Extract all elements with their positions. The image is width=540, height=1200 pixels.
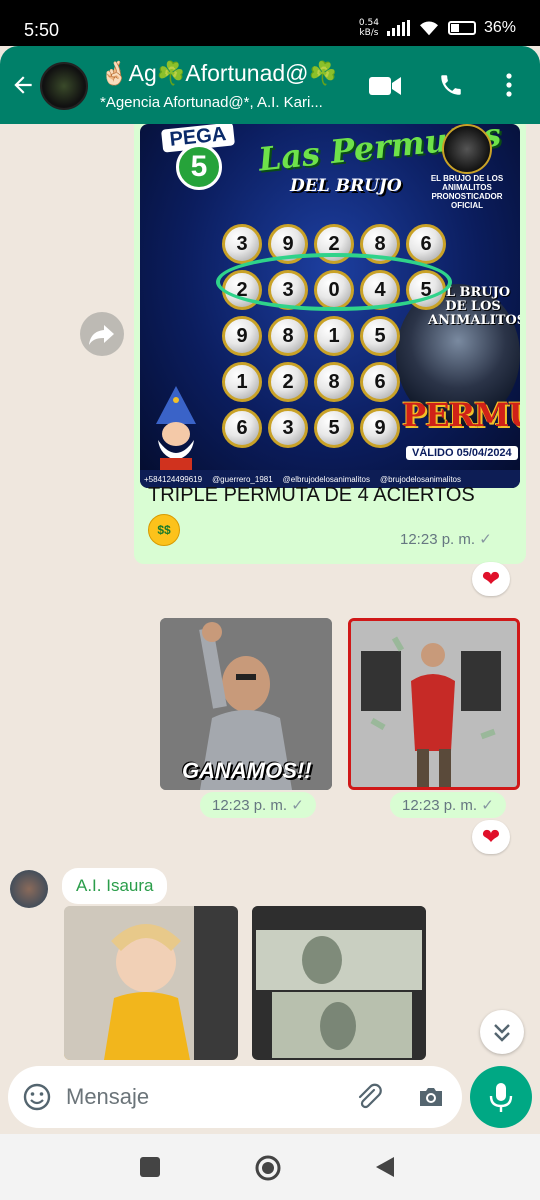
number-ball: 6 [360,362,400,402]
number-ball: 8 [314,362,354,402]
group-avatar[interactable] [40,62,88,110]
brujo-emblem [442,124,492,174]
wifi-icon [419,21,438,36]
sender-name[interactable]: A.I. Isaura [62,868,168,904]
gif-money-rain[interactable] [348,618,520,790]
number-ball: 6 [406,224,446,264]
sent-tick-icon: ✓ [291,797,304,814]
status-time: 5:50 [24,20,60,40]
nav-back-icon[interactable] [374,1155,396,1179]
wizard-image [156,386,196,474]
gif-happy-baby[interactable] [64,906,238,1060]
valid-date: VÁLIDO 05/04/2024 [406,446,518,460]
nav-home-icon[interactable] [254,1154,282,1182]
brujo-logo: EL BRUJO DE LOS ANIMALITOS PRONOSTICADOR… [430,124,504,210]
number-ball: 3 [222,224,262,264]
message-time: 12:23 p. m. ✓ [400,531,492,548]
gif-ganamos[interactable]: GANAMOS!! [160,618,332,790]
footer-whatsapp: +584124499619 [144,474,203,484]
number-ball: 9 [360,408,400,448]
scroll-to-bottom-button[interactable] [480,1010,524,1054]
status-icons: 0.54 kB/s 36% [359,18,516,38]
promo-subheadline: DEL BRUJO [290,176,402,196]
number-ball: 3 [268,408,308,448]
chevrons-down-icon [494,1024,510,1042]
gif1-time: 12:23 p. m. ✓ [200,792,316,818]
nav-recents-icon[interactable] [139,1156,161,1178]
pega5-logo: PEGA 5 [160,124,236,190]
gif-dollars[interactable] [252,906,426,1060]
battery-percent: 36% [483,19,516,36]
number-ball: 5 [314,408,354,448]
number-ball: 5 [360,316,400,356]
highlight-ring [216,253,452,311]
heart-reaction[interactable]: ❤ [472,562,510,596]
battery-icon [447,21,476,35]
promo-image[interactable]: PEGA 5 Las Permutas DEL BRUJO EL BRUJO D… [140,124,520,488]
gif-overlay-text: GANAMOS!! [182,758,312,783]
more-vert-icon[interactable] [500,72,518,98]
net-speed: 0.54 kB/s [358,18,379,38]
number-ball: 9 [222,316,262,356]
number-ball: 1 [314,316,354,356]
chat-subtitle[interactable]: *Agencia Afortunad@*, A.I. Kari... [100,94,350,111]
message-composer [8,1066,462,1128]
chat-area[interactable]: PEGA 5 Las Permutas DEL BRUJO EL BRUJO D… [0,124,540,1134]
signal-icon [386,20,410,36]
money-mouth-face-emoji: $$ [148,514,180,546]
footer-x: @guerrero_1981 [212,474,273,484]
voice-message-button[interactable] [470,1066,532,1128]
video-call-icon[interactable] [368,74,402,98]
forward-icon [89,325,114,345]
attach-icon[interactable] [354,1082,384,1112]
dollar-bills-image [252,906,426,1060]
sent-tick-icon: ✓ [481,797,494,814]
permuta-word: PERMUTA [402,396,520,434]
number-ball: 8 [268,316,308,356]
money-rain-image [351,621,517,787]
chat-title[interactable]: 🤞🏻Ag☘️Afortunad@☘️ [100,60,345,87]
heart-reaction[interactable]: ❤ [472,820,510,854]
number-ball: 1 [222,362,262,402]
mic-icon [489,1083,513,1112]
footer-tiktok: @brujodelosanimalitos [379,474,462,484]
forward-button[interactable] [80,312,124,356]
number-ball: 2 [268,362,308,402]
sent-tick-icon: ✓ [479,531,492,548]
voice-call-icon[interactable] [438,72,464,98]
system-nav-bar [0,1134,540,1200]
gif2-time: 12:23 p. m. ✓ [390,792,506,818]
message-input[interactable] [66,1082,336,1112]
chat-header: 🤞🏻Ag☘️Afortunad@☘️ *Agencia Afortunad@*,… [0,46,540,124]
happy-baby-image [64,906,238,1060]
status-bar: 5:50 0.54 kB/s 36% [0,0,540,46]
camera-icon[interactable] [416,1082,446,1112]
back-arrow-icon[interactable] [10,72,36,98]
footer-instagram: @elbrujodelosanimalitos [282,474,370,484]
message-caption: TRIPLE PERMUTA DE 4 ACIERTOS [148,484,475,506]
sender-avatar[interactable] [10,870,48,908]
emoji-icon[interactable] [22,1082,52,1112]
number-ball: 6 [222,408,262,448]
promo-message[interactable]: PEGA 5 Las Permutas DEL BRUJO EL BRUJO D… [134,124,526,564]
